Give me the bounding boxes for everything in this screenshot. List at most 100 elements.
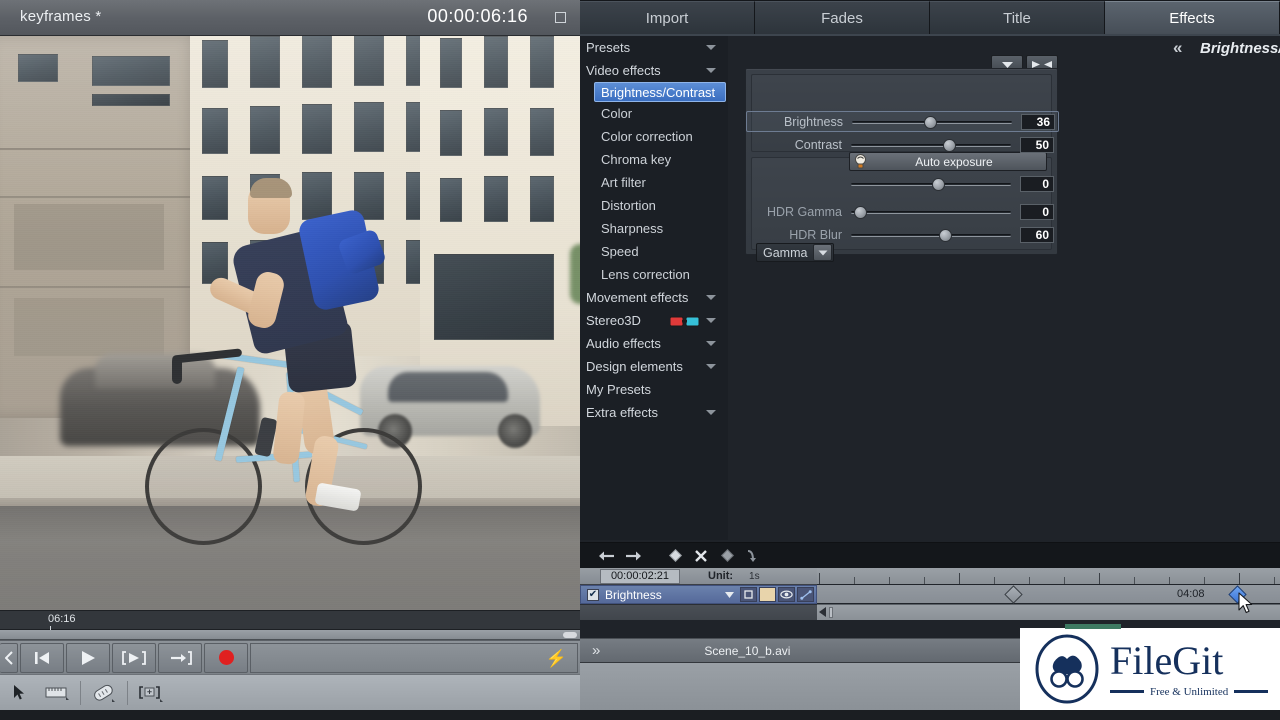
tree-item-my-presets[interactable]: My Presets [580,378,728,401]
track-header-brightness[interactable]: ✔ Brightness [580,585,817,604]
tree-item-presets[interactable]: Presets [580,36,728,59]
prev-keyframe-icon[interactable] [594,545,620,567]
collapse-panel-icon[interactable]: « [1173,38,1182,58]
tree-label: Sharpness [601,221,664,236]
chevron-down-icon[interactable] [706,410,716,415]
toolbar-divider-2 [127,680,128,705]
play-button[interactable] [66,642,110,673]
chevron-down-icon[interactable] [721,587,738,602]
watermark-topbar [1065,624,1121,629]
tree-item-video-effects[interactable]: Video effects [580,59,728,82]
video-grain-overlay [0,36,580,610]
preview-scrollbar-thumb[interactable] [563,632,577,638]
tree-item-color[interactable]: Color [580,102,728,125]
param-row-hdr-gamma[interactable]: HDR Gamma 0 [746,201,1059,222]
param-value-contrast[interactable]: 50 [1020,136,1054,153]
preview-scrollbar[interactable] [0,630,580,640]
lightning-icon[interactable]: ⚡ [546,649,567,669]
restore-window-icon[interactable] [555,12,566,23]
gamma-mode-select[interactable]: Gamma [756,243,834,262]
chevron-down-icon[interactable] [706,318,716,323]
param-value-brightness[interactable]: 36 [1021,113,1055,130]
ruler-tool-icon[interactable] [38,678,76,708]
param-row-gamma[interactable]: 0 [746,173,1059,194]
timeline-scroll-thumb[interactable] [829,607,833,618]
chevron-down-icon[interactable] [813,244,832,261]
tree-item-movement-effects[interactable]: Movement effects [580,286,728,309]
tree-item-lens-correction[interactable]: Lens correction [580,263,728,286]
crop-tool-icon[interactable] [132,678,170,708]
timeline-timecode[interactable]: 00:00:02:21 [600,568,680,584]
tree-item-stereo3d[interactable]: Stereo3D [580,309,728,332]
track-enable-checkbox[interactable]: ✔ [587,588,599,601]
effect-title: Brightness/Contrast [1200,40,1280,57]
tab-title[interactable]: Title [930,1,1105,34]
tree-item-art-filter[interactable]: Art filter [580,171,728,194]
param-row-contrast[interactable]: Contrast 50 [746,134,1059,155]
next-keyframe-icon[interactable] [620,545,646,567]
param-row-hdr-blur[interactable]: HDR Blur 60 [746,224,1059,245]
tab-import[interactable]: Import [580,1,755,34]
keyframe-type-icon[interactable] [714,545,740,567]
curve-icon[interactable] [740,545,766,567]
video-preview[interactable] [0,36,580,610]
timeline-timecode-strip: 00:00:02:21 Unit: 1s [580,568,817,585]
tree-item-speed[interactable]: Speed [580,240,728,263]
scroll-left-icon[interactable] [819,607,826,617]
eye-icon[interactable] [778,587,795,602]
keyframe-marker[interactable] [1004,585,1023,604]
param-value-hdr-blur[interactable]: 60 [1020,226,1054,243]
slider-knob[interactable] [924,115,937,129]
chevron-down-icon[interactable] [706,68,716,73]
filegit-subtitle-row: Free & Unlimited [1110,686,1269,698]
timeline-canvas[interactable]: 04:08 [817,568,1280,620]
goto-start-button[interactable] [20,642,64,673]
timeline-ruler[interactable] [817,568,1280,585]
color-swatch[interactable] [759,587,776,602]
mute-icon[interactable] [740,587,757,602]
tab-effects[interactable]: Effects [1105,1,1280,34]
tree-item-extra-effects[interactable]: Extra effects [580,401,728,424]
play-range-button[interactable] [112,642,156,673]
preview-scrub-bar[interactable]: 06:16 [0,610,580,631]
timeline-horizontal-scrollbar[interactable] [817,604,1280,620]
hdr-gamma-slider[interactable] [851,204,1011,220]
tree-item-color-correction[interactable]: Color correction [580,125,728,148]
tree-item-sharpness[interactable]: Sharpness [580,217,728,240]
contrast-slider[interactable] [851,137,1011,153]
tree-item-design-elements[interactable]: Design elements [580,355,728,378]
param-value-gamma[interactable]: 0 [1020,175,1054,192]
goto-end-button[interactable] [158,642,202,673]
tab-fades[interactable]: Fades [755,1,930,34]
chevron-down-icon[interactable] [706,364,716,369]
tree-item-brightness-contrast[interactable]: Brightness/Contrast [594,82,726,102]
tree-item-distortion[interactable]: Distortion [580,194,728,217]
clip-tool-icon[interactable] [85,678,123,708]
add-keyframe-icon[interactable] [662,545,688,567]
param-value-hdr-gamma[interactable]: 0 [1020,203,1054,220]
tree-item-audio-effects[interactable]: Audio effects [580,332,728,355]
diamond-glyph [720,549,734,562]
transport-info-area: ⚡ [250,642,578,673]
slider-knob[interactable] [932,177,945,191]
transport-edge-button[interactable] [0,642,18,673]
delete-keyframe-icon[interactable] [688,545,714,567]
expand-scene-icon[interactable]: » [592,643,600,658]
timeline-unit-value[interactable]: 1s [749,571,760,582]
chevron-down-icon[interactable] [706,295,716,300]
gamma-slider[interactable] [851,176,1011,192]
record-button[interactable] [204,642,248,673]
mouse-pointer-icon[interactable] [0,678,38,708]
slider-knob[interactable] [939,228,952,242]
hdr-blur-slider[interactable] [851,227,1011,243]
keyframe-track-row[interactable]: 04:08 [817,585,1280,604]
slider-knob[interactable] [854,205,867,219]
tree-item-chroma-key[interactable]: Chroma key [580,148,728,171]
curve-icon[interactable] [797,587,814,602]
slider-knob[interactable] [943,138,956,152]
chevron-down-icon[interactable] [706,45,716,50]
param-row-brightness[interactable]: Brightness 36 [746,111,1059,132]
brightness-slider[interactable] [852,114,1012,130]
preview-title: keyframes * [20,8,102,25]
chevron-down-icon[interactable] [706,341,716,346]
